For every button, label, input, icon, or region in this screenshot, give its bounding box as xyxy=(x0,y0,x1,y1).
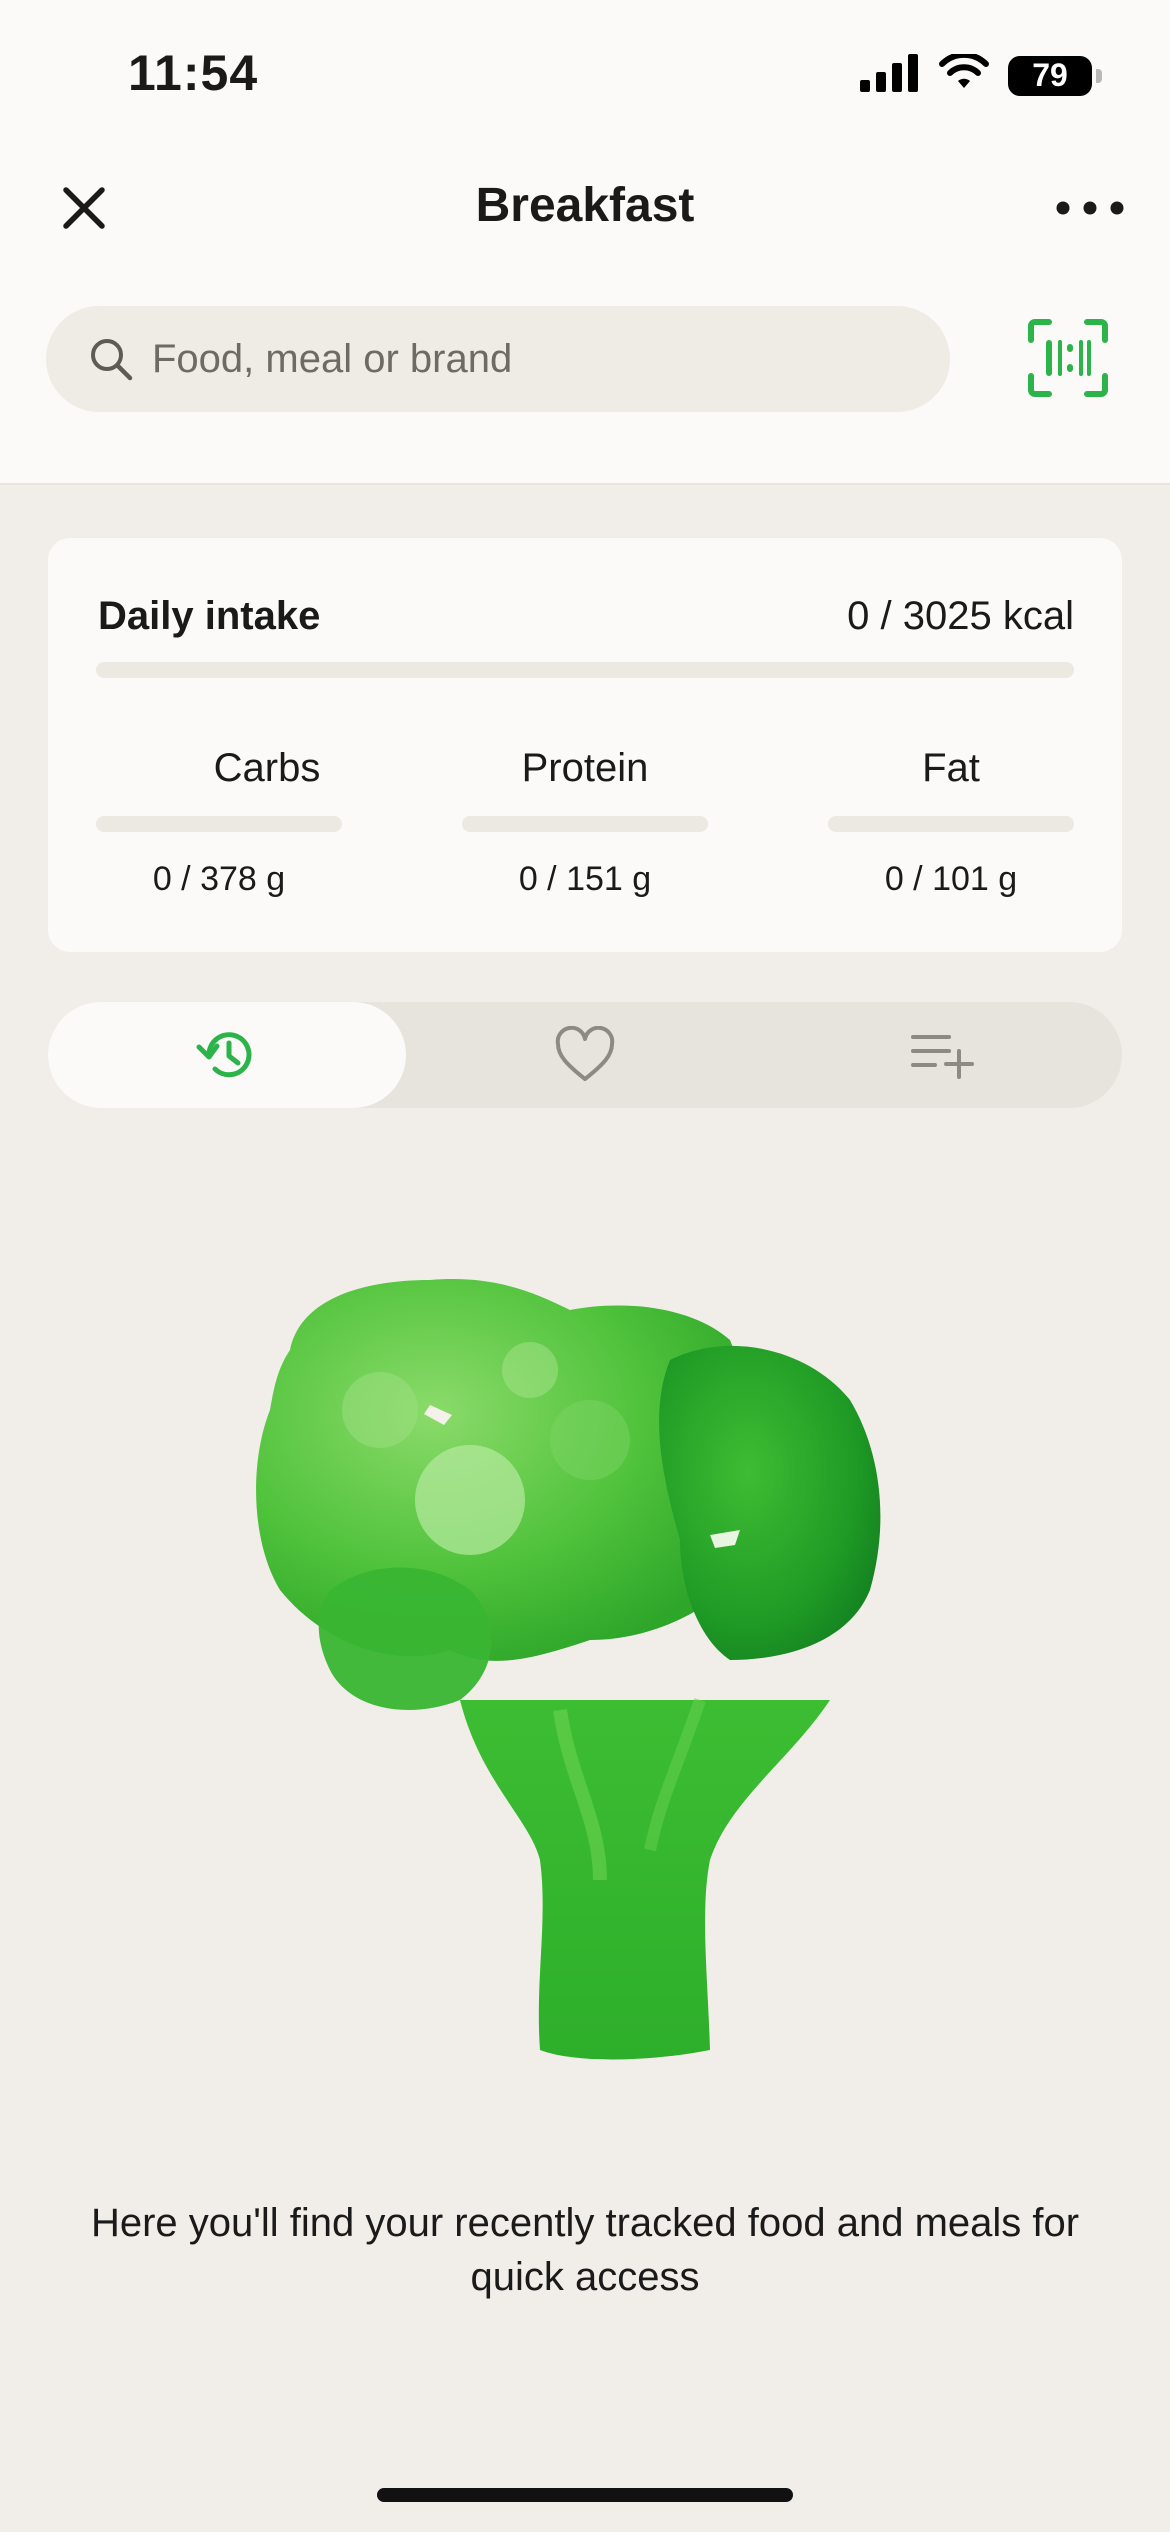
header-area: 11:54 79 Breakfast Food, meal or brand xyxy=(0,0,1170,485)
daily-intake-card: Daily intake 0 / 3025 kcal Carbs 0 / 378… xyxy=(48,538,1122,952)
history-icon xyxy=(196,1032,252,1078)
status-icons: 79 xyxy=(860,51,1102,97)
empty-state-message: Here you'll find your recently tracked f… xyxy=(90,2201,1080,2299)
heart-icon xyxy=(555,1026,615,1081)
protein-bar xyxy=(462,816,708,832)
protein-value: 0 / 151 g xyxy=(518,860,652,898)
fat-value: 0 / 101 g xyxy=(884,860,1018,898)
protein-label: Protein xyxy=(521,746,649,790)
fat-bar xyxy=(828,816,1074,832)
food-tabs xyxy=(48,1002,1122,1108)
search-input[interactable] xyxy=(152,336,912,382)
more-button[interactable] xyxy=(1050,176,1130,240)
wifi-icon xyxy=(938,51,990,97)
screen: 11:54 79 Breakfast Food, meal or brand D… xyxy=(0,0,1170,2532)
tab-my-foods[interactable] xyxy=(764,1002,1122,1108)
more-icon xyxy=(1056,201,1124,215)
tab-favorites[interactable] xyxy=(406,1002,764,1108)
carbs-label: Carbs xyxy=(213,746,321,790)
battery-icon: 79 xyxy=(1008,55,1102,96)
page-title: Breakfast xyxy=(475,179,695,232)
barcode-scan-icon xyxy=(1028,319,1108,397)
home-indicator[interactable] xyxy=(377,2488,793,2502)
fat-label: Fat xyxy=(922,746,980,790)
search-icon xyxy=(91,339,133,381)
tab-recent[interactable] xyxy=(48,1002,406,1108)
carbs-bar xyxy=(96,816,342,832)
daily-intake-title: Daily intake xyxy=(98,594,321,638)
search-bar[interactable] xyxy=(46,306,950,412)
add-list-icon xyxy=(911,1035,974,1079)
daily-intake-value: 0 / 3025 kcal xyxy=(847,594,1074,638)
daily-intake-bar xyxy=(96,662,1074,678)
barcode-scan-button[interactable] xyxy=(1020,312,1116,404)
battery-level: 79 xyxy=(1032,57,1068,93)
broccoli-illustration xyxy=(230,1260,950,2080)
status-time: 11:54 xyxy=(128,45,259,101)
signal-icon xyxy=(860,54,920,97)
carbs-value: 0 / 378 g xyxy=(152,860,286,898)
